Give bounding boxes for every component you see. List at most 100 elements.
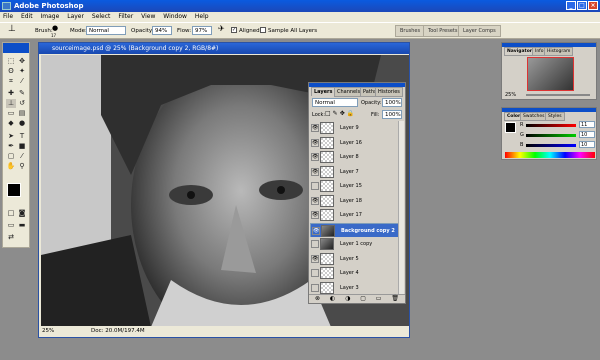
red-value[interactable]: 11 — [579, 121, 595, 128]
well-tab-tool-presets[interactable]: Tool Presets — [423, 25, 463, 37]
visibility-eye-icon[interactable] — [311, 182, 319, 190]
visibility-eye-icon[interactable]: 👁 — [312, 226, 320, 235]
healing-brush-icon[interactable]: ✚ — [6, 89, 16, 98]
fill-input[interactable]: 100% — [382, 110, 402, 119]
marquee-tool-icon[interactable]: ⬚ — [6, 57, 16, 66]
tab-channels[interactable]: Channels — [334, 87, 364, 97]
standard-mode-icon[interactable]: □ — [6, 209, 16, 218]
visibility-eye-icon[interactable]: 👁 — [311, 254, 319, 263]
eyedropper-icon[interactable]: ⁄ — [17, 152, 27, 161]
visibility-eye-icon[interactable]: 👁 — [311, 167, 319, 176]
eraser-tool-icon[interactable]: ▭ — [6, 109, 16, 118]
brush-preset-icon[interactable]: ● — [52, 24, 58, 32]
quick-mask-icon[interactable]: ◙ — [17, 209, 27, 218]
red-slider[interactable] — [526, 124, 576, 127]
tab-swatches[interactable]: Swatches — [520, 112, 548, 121]
tab-styles[interactable]: Styles — [545, 112, 565, 121]
green-slider[interactable] — [526, 134, 576, 137]
visibility-eye-icon[interactable] — [311, 283, 319, 292]
menu-edit[interactable]: Edit — [18, 12, 36, 22]
navigator-zoom-slider[interactable] — [526, 94, 590, 96]
fill-label: Fill: — [371, 112, 380, 118]
toolbox: ⬚ ✥ ʘ ✦ ⌗ ⁄ ✚ ✎ ⊥ ↺ ▭ ▤ ◆ ● ➤ T ✒ ■ ▢ ⁄ … — [2, 42, 30, 248]
path-selection-icon[interactable]: ➤ — [6, 132, 16, 141]
screen-mode-standard-icon[interactable]: ▭ — [6, 221, 16, 230]
blue-value[interactable]: 10 — [579, 141, 595, 148]
hand-tool-icon[interactable]: ✋ — [6, 162, 16, 171]
layers-bottom-toolbar[interactable]: ⊗ ◐ ◑ ▢ ▭ 🗑 — [309, 294, 405, 303]
layers-scrollbar[interactable] — [398, 121, 404, 295]
menu-image[interactable]: Image — [38, 12, 63, 22]
crop-tool-icon[interactable]: ⌗ — [6, 77, 16, 86]
flow-input[interactable]: 97% — [192, 26, 212, 35]
menu-window[interactable]: Window — [160, 12, 190, 22]
sample-all-layers-checkbox[interactable] — [260, 27, 266, 33]
shape-tool-icon[interactable]: ■ — [17, 142, 27, 151]
document-title: sourceimage.psd @ 25% (Background copy 2… — [52, 45, 219, 52]
doc-size-info[interactable]: Doc: 20.0M/197.4M — [91, 326, 145, 337]
notes-tool-icon[interactable]: ▢ — [6, 152, 16, 161]
visibility-eye-icon[interactable]: 👁 — [311, 153, 319, 161]
sample-all-layers-label: Sample All Layers — [268, 28, 318, 34]
clone-stamp-icon[interactable]: ⊥ — [8, 25, 16, 34]
slice-tool-icon[interactable]: ⁄ — [17, 77, 27, 86]
lasso-tool-icon[interactable]: ʘ — [6, 67, 16, 76]
visibility-eye-icon[interactable]: 👁 — [311, 138, 319, 147]
close-button[interactable]: × — [588, 1, 598, 10]
layer-row[interactable]: Layer 3 — [310, 280, 400, 295]
menu-view[interactable]: View — [138, 12, 158, 22]
screen-mode-full-icon[interactable]: ▬ — [17, 221, 27, 230]
visibility-eye-icon[interactable]: 👁 — [311, 196, 319, 205]
zoom-level[interactable]: 25% — [42, 326, 54, 337]
minimize-button[interactable]: _ — [566, 1, 576, 10]
layer-thumbnail — [320, 151, 334, 163]
move-tool-icon[interactable]: ✥ — [17, 57, 27, 66]
layer-row[interactable]: 👁 Background copy 2 — [310, 222, 400, 238]
app-title-bar: Adobe Photoshop _ □ × — [0, 0, 600, 12]
navigator-zoom[interactable]: 25% — [505, 92, 516, 98]
foreground-color-swatch[interactable] — [7, 183, 21, 197]
navigator-preview[interactable] — [527, 57, 574, 91]
magic-wand-icon[interactable]: ✦ — [17, 67, 27, 76]
menu-file[interactable]: File — [0, 12, 16, 22]
layer-name: Layer 7 — [340, 168, 359, 175]
menu-select[interactable]: Select — [89, 12, 114, 22]
tab-histogram[interactable]: Histogram — [544, 47, 574, 56]
color-spectrum-ramp[interactable] — [505, 152, 595, 158]
blur-tool-icon[interactable]: ◆ — [6, 119, 16, 128]
clone-stamp-tool-icon[interactable]: ⊥ — [6, 99, 16, 108]
maximize-button[interactable]: □ — [577, 1, 587, 10]
blue-slider[interactable] — [526, 144, 576, 147]
aligned-checkbox[interactable]: ✓ — [231, 27, 237, 33]
layer-opacity-input[interactable]: 100% — [382, 98, 402, 107]
gradient-tool-icon[interactable]: ▤ — [17, 109, 27, 118]
brush-tool-icon[interactable]: ✎ — [17, 89, 27, 98]
tab-histories[interactable]: Histories — [375, 87, 403, 97]
type-tool-icon[interactable]: T — [17, 132, 27, 141]
brush-size: 17 — [51, 33, 57, 38]
zoom-tool-icon[interactable]: ⚲ — [17, 162, 27, 171]
opacity-input[interactable]: 94% — [152, 26, 172, 35]
tab-layers[interactable]: Layers — [311, 87, 336, 96]
lock-icons[interactable]: □✎✥🔒 — [325, 110, 356, 117]
pen-tool-icon[interactable]: ✒ — [6, 142, 16, 151]
blend-mode-select[interactable]: Normal — [312, 98, 358, 107]
visibility-eye-icon[interactable] — [311, 269, 319, 277]
visibility-eye-icon[interactable] — [311, 240, 319, 248]
menu-layer[interactable]: Layer — [64, 12, 87, 22]
menu-filter[interactable]: Filter — [115, 12, 136, 22]
visibility-eye-icon[interactable]: 👁 — [311, 124, 319, 132]
color-foreground-swatch[interactable] — [505, 122, 516, 133]
menu-help[interactable]: Help — [192, 12, 212, 22]
tab-navigator[interactable]: Navigator — [504, 47, 535, 56]
layer-thumbnail — [321, 224, 335, 237]
visibility-eye-icon[interactable]: 👁 — [311, 211, 319, 219]
history-brush-icon[interactable]: ↺ — [17, 99, 27, 108]
jump-to-imageready-icon[interactable]: ⇄ — [6, 233, 16, 242]
green-value[interactable]: 10 — [579, 131, 595, 138]
airbrush-icon[interactable]: ✈ — [218, 25, 225, 33]
mode-select[interactable]: Normal — [86, 26, 126, 35]
well-tab-brushes[interactable]: Brushes — [395, 25, 426, 37]
well-tab-layer-comps[interactable]: Layer Comps — [458, 25, 501, 37]
dodge-tool-icon[interactable]: ● — [17, 119, 27, 128]
